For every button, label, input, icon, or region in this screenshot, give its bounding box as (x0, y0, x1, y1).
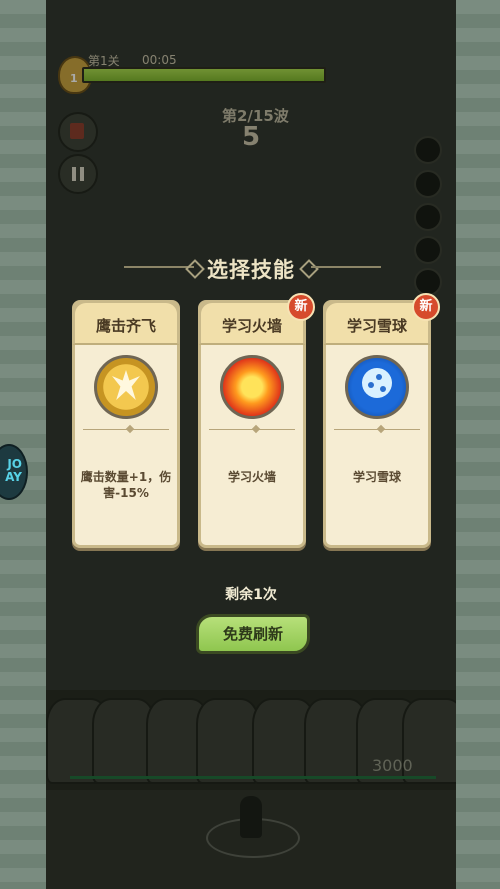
card-separator (209, 429, 295, 430)
skill-card-firewall[interactable]: 学习火墙 新 学习火墙 (198, 293, 315, 548)
game-stage: 3000 1 第1关 00:05 第2/15波 5 选择技能 鹰击齐飞 鹰击数量… (46, 0, 456, 889)
card-name: 鹰击齐飞 (95, 317, 156, 335)
modal-title: 选择技能 (207, 258, 295, 282)
card-name: 学习雪球 (346, 317, 407, 335)
skill-card-eagle[interactable]: 鹰击齐飞 鹰击数量+1，伤害-15% (72, 300, 180, 548)
card-description: 学习雪球 (352, 470, 401, 484)
new-badge: 新 (287, 293, 315, 321)
new-badge: 新 (412, 293, 440, 321)
free-refresh-button[interactable]: 免费刷新 (196, 614, 310, 654)
card-description: 学习火墙 (227, 470, 276, 484)
card-separator (334, 429, 420, 430)
card-name: 学习火墙 (221, 317, 282, 335)
snowball-icon (345, 355, 409, 419)
eagle-icon (94, 355, 158, 419)
card-separator (83, 429, 169, 430)
card-description: 鹰击数量+1，伤害-15% (80, 470, 172, 500)
right-side-background (456, 0, 500, 889)
fire-icon (220, 355, 284, 419)
title-decoration-right (311, 266, 381, 268)
remaining-refresh-count: 剩余1次 (225, 587, 277, 603)
skill-card-snowball[interactable]: 学习雪球 新 学习雪球 (323, 293, 440, 548)
